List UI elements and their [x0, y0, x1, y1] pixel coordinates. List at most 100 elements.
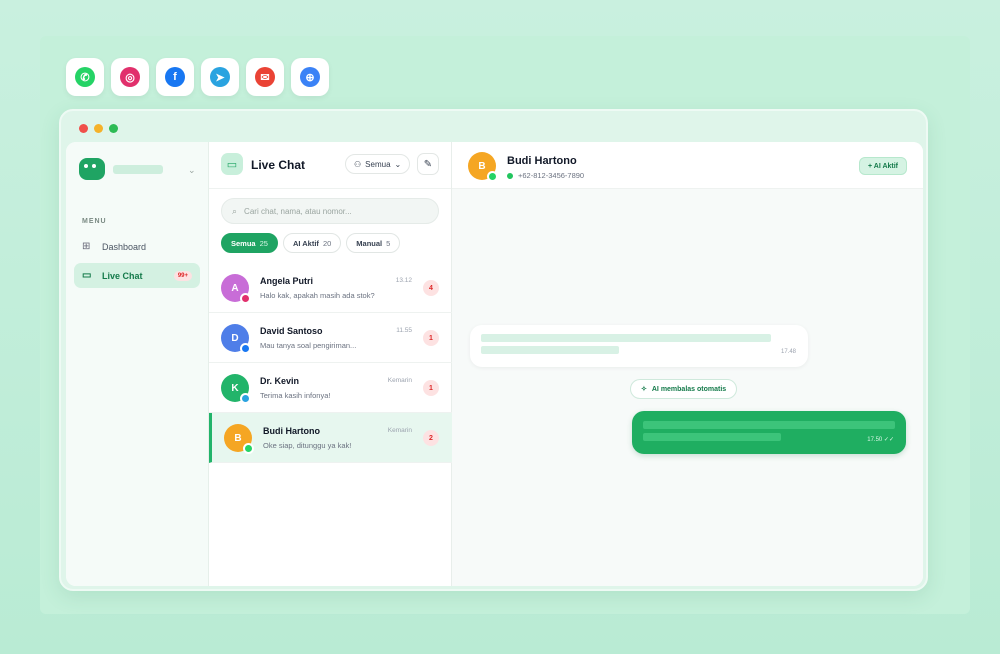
- minimize-window-button[interactable]: [94, 124, 103, 133]
- message-text-placeholder: [643, 433, 781, 441]
- sidebar: ⌄ MENU ⊞ Dashboard ▭ Live Chat 99+: [66, 142, 209, 586]
- message-text-placeholder: [643, 421, 895, 429]
- unread-badge: 4: [423, 280, 439, 296]
- facebook-icon: f: [165, 67, 185, 87]
- ai-note-label: AI membalas otomatis: [651, 385, 727, 393]
- conversation-header: B Budi Hartono +62-812-3456-7890 + AI Ak…: [452, 142, 923, 189]
- bot-logo-icon: [79, 158, 105, 180]
- whatsapp-icon: [487, 171, 498, 182]
- users-icon: ⚇: [354, 159, 362, 169]
- window-controls: [79, 124, 118, 133]
- icon-glyph: f: [173, 71, 177, 83]
- ai-toggle-button[interactable]: + AI Aktif: [858, 157, 907, 175]
- tab-count: 25: [259, 238, 268, 248]
- icon-glyph: ➤: [215, 71, 225, 84]
- tab-ai-aktif[interactable]: AI Aktif 20: [282, 233, 342, 253]
- unread-badge: 2: [423, 430, 439, 446]
- timestamp: Kemarin: [387, 377, 412, 384]
- web-icon: ⊕: [300, 67, 320, 87]
- tab-count: 20: [322, 238, 332, 248]
- search-icon: ⌕: [232, 205, 238, 216]
- filter-label: Semua: [365, 159, 391, 169]
- phone-number: +62-812-3456-7890: [518, 171, 585, 180]
- message-time: 17.50 ✓✓: [867, 437, 894, 443]
- whatsapp-icon: [243, 443, 254, 454]
- online-status-icon: [507, 172, 513, 179]
- new-chat-button[interactable]: ✎: [417, 153, 439, 175]
- telegram-channel-button[interactable]: ➤: [201, 58, 239, 96]
- tab-label: Manual: [356, 238, 383, 248]
- icon-glyph: ✆: [80, 71, 90, 84]
- web-channel-button[interactable]: ⊕: [291, 58, 329, 96]
- close-window-button[interactable]: [79, 124, 88, 133]
- ai-auto-reply-indicator: ✧ AI membalas otomatis: [630, 379, 738, 399]
- brand[interactable]: [79, 158, 163, 180]
- unread-badge: 99+: [173, 270, 192, 281]
- avatar: K: [221, 374, 251, 404]
- list-item[interactable]: K Dr. Kevin Terima kasih infonya! Kemari…: [209, 363, 452, 413]
- filter-dropdown[interactable]: ⚇ Semua ⌄: [345, 154, 411, 174]
- avatar: B: [468, 152, 498, 182]
- facebook-channel-button[interactable]: f: [156, 58, 194, 96]
- edit-icon: ✎: [423, 158, 433, 170]
- tab-semua[interactable]: Semua 25: [221, 233, 278, 253]
- grid-icon: ⊞: [82, 241, 91, 252]
- timestamp: 11.55: [396, 327, 412, 334]
- message-preview: Terima kasih infonya!: [260, 391, 331, 400]
- list-item[interactable]: D David Santoso Mau tanya soal pengirima…: [209, 313, 452, 363]
- app-body: ⌄ MENU ⊞ Dashboard ▭ Live Chat 99+ ▭ Liv…: [66, 142, 923, 586]
- chat-icon: ▭: [82, 270, 92, 281]
- icon-glyph: ⊕: [305, 71, 315, 84]
- whatsapp-channel-button[interactable]: ✆: [66, 58, 104, 96]
- message-text-placeholder: [481, 346, 619, 354]
- chat-icon: ▭: [221, 153, 243, 175]
- chevron-down-icon[interactable]: ⌄: [188, 165, 196, 176]
- filter-tabs: Semua 25 AI Aktif 20 Manual 5: [221, 233, 401, 253]
- chat-rows: A Angela Putri Halo kak, apakah masih ad…: [209, 263, 452, 463]
- message-preview: Oke siap, ditunggu ya kak!: [263, 441, 352, 450]
- contact-name: Budi Hartono: [263, 426, 320, 436]
- avatar: A: [221, 274, 251, 304]
- contact-name: Angela Putri: [260, 276, 314, 286]
- app-window: ⌄ MENU ⊞ Dashboard ▭ Live Chat 99+ ▭ Liv…: [59, 109, 928, 591]
- email-channel-button[interactable]: ✉: [246, 58, 284, 96]
- icon-glyph: ✉: [260, 71, 270, 84]
- conversation-panel: B Budi Hartono +62-812-3456-7890 + AI Ak…: [452, 142, 923, 586]
- menu-label: MENU: [82, 218, 107, 225]
- avatar: D: [221, 324, 251, 354]
- tab-label: AI Aktif: [292, 238, 319, 248]
- message-preview: Halo kak, apakah masih ada stok?: [260, 291, 375, 300]
- incoming-message: 17.48: [470, 325, 808, 367]
- instagram-icon: [240, 293, 251, 304]
- list-item[interactable]: A Angela Putri Halo kak, apakah masih ad…: [209, 263, 452, 313]
- contact-name: David Santoso: [260, 326, 323, 336]
- whatsapp-icon: ✆: [75, 67, 95, 87]
- sidebar-item-live-chat[interactable]: ▭ Live Chat 99+: [74, 263, 200, 288]
- tab-manual[interactable]: Manual 5: [346, 233, 401, 253]
- contact-name: Budi Hartono: [507, 155, 577, 167]
- chat-list-header: ▭ Live Chat ⚇ Semua ⌄ ✎: [209, 142, 451, 189]
- instagram-icon: ◎: [120, 67, 140, 87]
- contact-name: Dr. Kevin: [260, 376, 300, 386]
- unread-badge: 1: [423, 380, 439, 396]
- sparkle-icon: ✧: [641, 386, 647, 393]
- page-title: Live Chat: [251, 158, 306, 172]
- message-preview: Mau tanya soal pengiriman...: [260, 341, 357, 350]
- instagram-channel-button[interactable]: ◎: [111, 58, 149, 96]
- sidebar-item-label: Live Chat: [102, 270, 143, 281]
- tab-count: 5: [386, 238, 391, 248]
- timestamp: Kemarin: [387, 427, 412, 434]
- message-text-placeholder: [481, 334, 771, 342]
- search-placeholder: Cari chat, nama, atau nomor...: [244, 206, 352, 216]
- maximize-window-button[interactable]: [109, 124, 118, 133]
- message-time: 17.48: [780, 349, 796, 355]
- search-input[interactable]: ⌕ Cari chat, nama, atau nomor...: [221, 198, 439, 224]
- timestamp: 13.12: [395, 277, 412, 284]
- contact-phone: +62-812-3456-7890: [507, 171, 584, 180]
- outgoing-message: 17.50 ✓✓: [632, 411, 906, 454]
- sidebar-item-dashboard[interactable]: ⊞ Dashboard: [74, 234, 200, 259]
- icon-glyph: ◎: [125, 71, 135, 84]
- tab-label: Semua: [231, 238, 256, 248]
- telegram-icon: [240, 393, 251, 404]
- list-item-selected[interactable]: B Budi Hartono Oke siap, ditunggu ya kak…: [209, 413, 452, 463]
